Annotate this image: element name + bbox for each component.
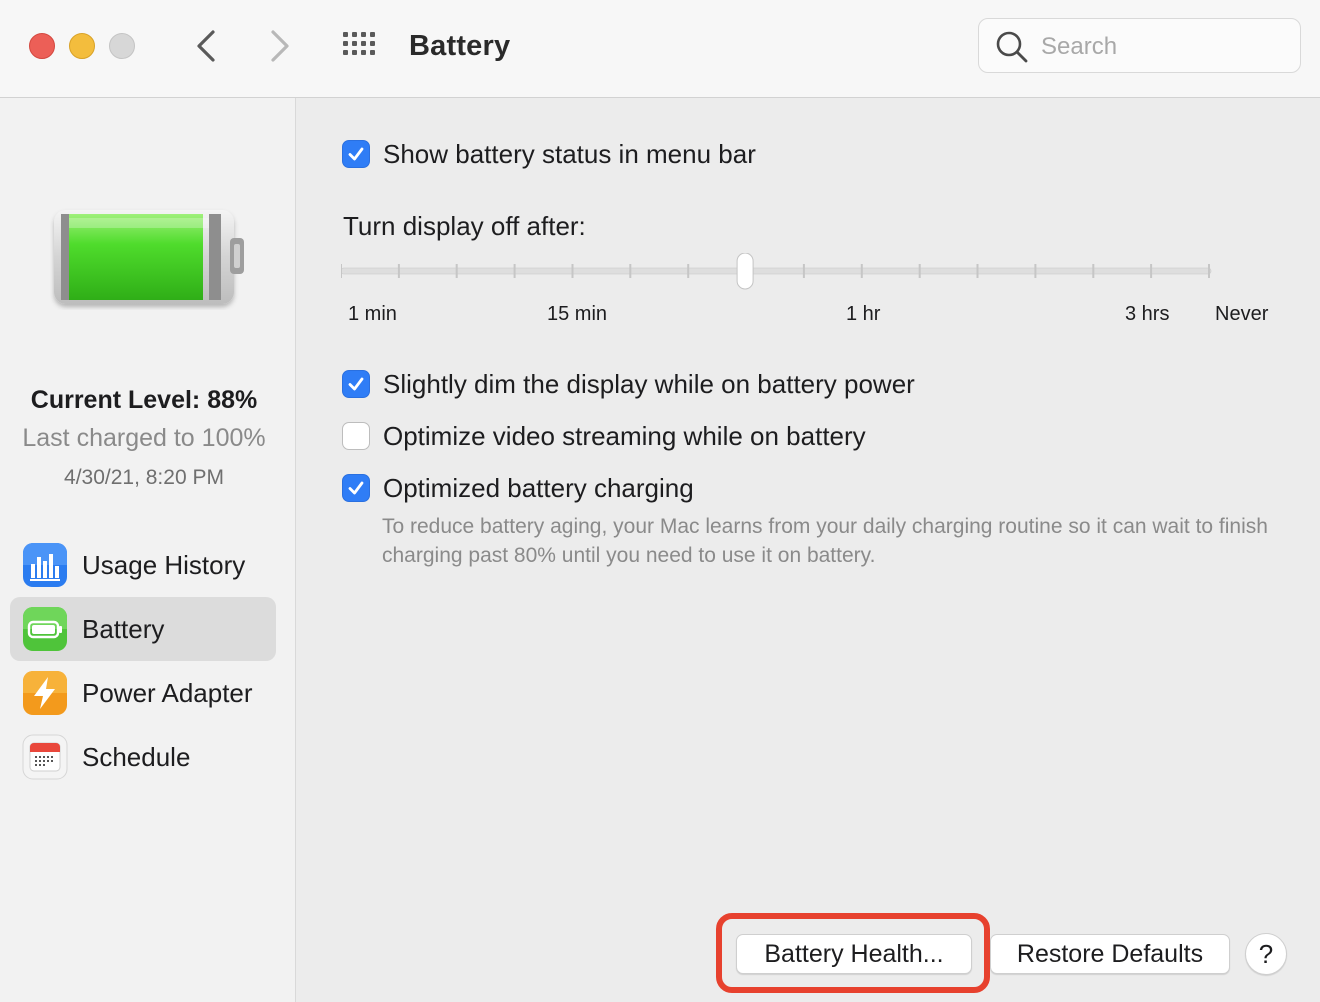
turn-display-off-slider[interactable] [341, 253, 1215, 293]
slider-tick [455, 264, 458, 278]
dim-display-row[interactable]: Slightly dim the display while on batter… [342, 366, 915, 402]
optimize-video-row[interactable]: Optimize video streaming while on batter… [342, 418, 866, 454]
battery-health-button[interactable]: Battery Health... [736, 934, 972, 974]
slider-tick [687, 264, 690, 278]
help-button[interactable]: ? [1245, 933, 1287, 975]
slider-tick [571, 264, 574, 278]
battery-level-illustration [54, 210, 244, 304]
title-bar: Battery [0, 0, 1320, 98]
slider-tick [976, 264, 979, 278]
dim-display-checkbox[interactable] [342, 370, 370, 398]
sidebar-item-label: Battery [82, 613, 165, 644]
slider-tick [397, 264, 400, 278]
optimized-charging-label: Optimized battery charging [383, 472, 694, 503]
slider-tick [860, 264, 863, 278]
tick-label-1-min: 1 min [348, 303, 397, 325]
slider-tick [341, 264, 342, 278]
calendar-icon [22, 734, 68, 780]
slider-tick [1092, 264, 1095, 278]
slider-tick [918, 264, 921, 278]
grid-icon [343, 32, 375, 55]
chevron-left-icon [197, 30, 215, 62]
search-icon [996, 31, 1028, 63]
turn-display-off-label: Turn display off after: [343, 211, 586, 241]
sidebar: Current Level: 88% Last charged to 100% … [0, 98, 296, 1002]
sidebar-item-schedule[interactable]: Schedule [10, 725, 276, 789]
search-field[interactable] [978, 18, 1301, 73]
forward-button[interactable] [262, 26, 298, 66]
dim-display-label: Slightly dim the display while on batter… [383, 368, 915, 399]
window-title: Battery [409, 30, 511, 62]
minimize-window-button[interactable] [69, 33, 95, 59]
slider-tick [629, 264, 632, 278]
bar-chart-icon [23, 543, 67, 587]
slider-tick [1150, 264, 1153, 278]
main-panel: Show battery status in menu bar Turn dis… [297, 98, 1320, 1002]
slider-tick [513, 264, 516, 278]
optimize-video-label: Optimize video streaming while on batter… [383, 420, 866, 451]
sidebar-item-label: Usage History [82, 549, 246, 580]
show-all-button[interactable] [340, 30, 380, 62]
sidebar-item-label: Power Adapter [82, 677, 253, 708]
tick-label-15-min: 15 min [547, 303, 608, 325]
restore-defaults-button[interactable]: Restore Defaults [990, 934, 1230, 974]
show-battery-status-checkbox[interactable] [342, 140, 370, 168]
checkmark-icon [348, 147, 364, 161]
close-window-button[interactable] [29, 33, 55, 59]
optimized-charging-checkbox[interactable] [342, 474, 370, 502]
sidebar-item-battery[interactable]: Battery [10, 597, 276, 661]
zoom-window-button[interactable] [109, 33, 135, 59]
sidebar-item-label: Schedule [82, 741, 191, 772]
checkmark-icon [348, 377, 364, 391]
sidebar-item-usage-history[interactable]: Usage History [10, 533, 276, 597]
current-level-text: Current Level: 88% [30, 386, 258, 414]
tick-label-1-hr: 1 hr [846, 303, 881, 325]
slider-tick [1034, 264, 1037, 278]
last-charged-date: 4/30/21, 8:20 PM [64, 466, 224, 489]
sidebar-item-power-adapter[interactable]: Power Adapter [10, 661, 276, 725]
tick-label-never: Never [1215, 303, 1269, 325]
lightning-icon [23, 671, 67, 715]
back-button[interactable] [188, 26, 224, 66]
slider-thumb[interactable] [736, 253, 754, 290]
slider-track [341, 267, 1212, 275]
show-battery-status-label: Show battery status in menu bar [383, 138, 756, 169]
search-input[interactable] [1039, 27, 1283, 67]
show-battery-status-row[interactable]: Show battery status in menu bar [342, 136, 756, 172]
tick-label-3-hrs: 3 hrs [1125, 303, 1170, 325]
checkmark-icon [348, 481, 364, 495]
optimized-charging-row[interactable]: Optimized battery charging [342, 470, 694, 506]
battery-icon [23, 607, 67, 651]
last-charged-text: Last charged to 100% [22, 424, 266, 452]
chevron-right-icon [271, 30, 289, 62]
slider-tick [1208, 264, 1210, 278]
slider-tick [802, 264, 805, 278]
optimize-video-checkbox[interactable] [342, 422, 370, 450]
optimized-charging-description: To reduce battery aging, your Mac learns… [382, 515, 1268, 567]
